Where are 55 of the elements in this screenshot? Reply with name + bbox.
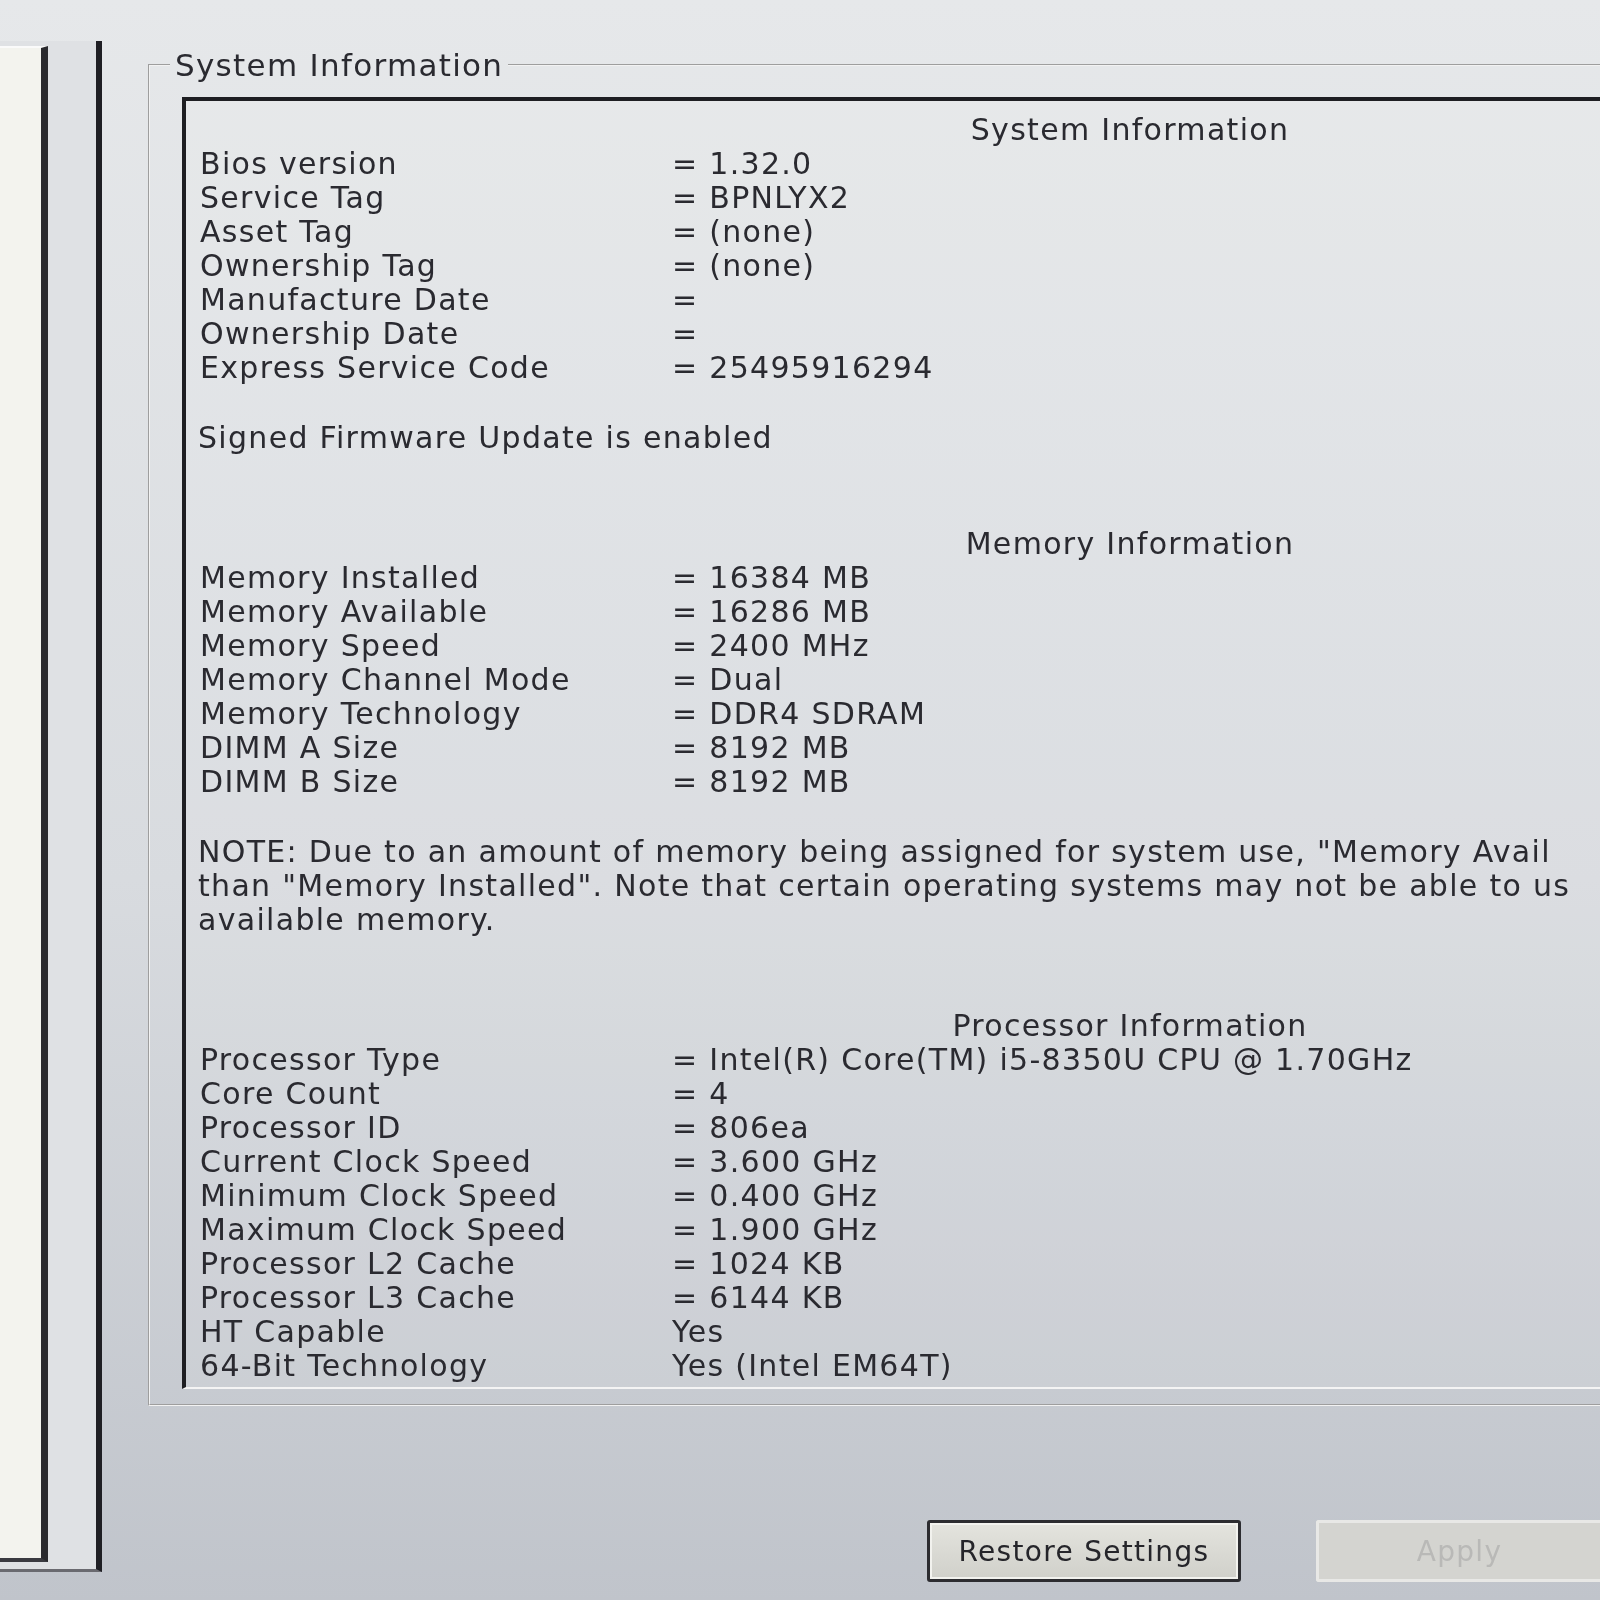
field-value: = DDR4 SDRAM (672, 697, 927, 731)
field-label: Asset Tag (200, 215, 355, 249)
field-value: Yes (Intel EM64T) (672, 1349, 953, 1383)
field-label: Processor ID (200, 1111, 402, 1145)
field-label: Maximum Clock Speed (200, 1213, 568, 1247)
section-heading: Processor Information (952, 1009, 1308, 1043)
field-value: = (none) (672, 249, 816, 283)
field-value: = 2400 MHz (672, 629, 870, 663)
field-label: Processor L2 Cache (200, 1247, 517, 1281)
field-value: = (672, 283, 699, 317)
field-value: = 8192 MB (672, 731, 851, 765)
field-label: Processor L3 Cache (200, 1281, 517, 1315)
field-value: = 3.600 GHz (672, 1145, 878, 1179)
field-value: = 806ea (672, 1111, 810, 1145)
field-label: Express Service Code (200, 351, 550, 385)
field-label: Ownership Date (200, 317, 460, 351)
field-value: Yes (672, 1315, 725, 1349)
field-label: Core Count (200, 1077, 382, 1111)
group-box-title: System Information (174, 48, 505, 82)
field-value: = 16384 MB (672, 561, 872, 595)
field-label: Memory Channel Mode (200, 663, 571, 697)
field-label: Current Clock Speed (200, 1145, 532, 1179)
field-label: 64-Bit Technology (200, 1349, 489, 1383)
field-value: = (672, 317, 699, 351)
section-heading: System Information (970, 113, 1290, 147)
field-value: = Intel(R) Core(TM) i5-8350U CPU @ 1.70GHz (672, 1043, 1413, 1077)
field-label: Memory Available (200, 595, 489, 629)
field-label: DIMM B Size (200, 765, 400, 799)
field-value: = 1.32.0 (672, 147, 813, 181)
field-value: = 6144 KB (672, 1281, 845, 1315)
field-label: Service Tag (200, 181, 386, 215)
section-heading: Memory Information (965, 527, 1295, 561)
field-value: = 25495916294 (672, 351, 934, 385)
field-label: Bios version (200, 147, 398, 181)
field-value: = 4 (672, 1077, 730, 1111)
field-label: Memory Technology (200, 697, 522, 731)
field-value: = 0.400 GHz (672, 1179, 878, 1213)
field-value: = 1024 KB (672, 1247, 845, 1281)
field-value: = BPNLYX2 (672, 181, 851, 215)
field-value: = 8192 MB (672, 765, 851, 799)
field-label: Processor Type (200, 1043, 442, 1077)
field-value: = (none) (672, 215, 816, 249)
field-label: Ownership Tag (200, 249, 438, 283)
info-note: Signed Firmware Update is enabled (197, 421, 773, 455)
field-value: = Dual (672, 663, 784, 697)
field-label: Memory Speed (200, 629, 442, 663)
field-label: DIMM A Size (200, 731, 400, 765)
field-value: = 1.900 GHz (672, 1213, 878, 1247)
restore-settings-button[interactable]: Restore Settings (927, 1520, 1241, 1582)
field-label: Manufacture Date (200, 283, 491, 317)
info-note: NOTE: Due to an amount of memory being assigned for system use, "Memory Avail than "Memory Installed". Note that certain operating systems may not be able to us available memory. (197, 835, 1571, 937)
field-label: Memory Installed (200, 561, 481, 595)
field-label: HT Capable (200, 1315, 386, 1349)
field-value: = 16286 MB (672, 595, 872, 629)
field-label: Minimum Clock Speed (200, 1179, 559, 1213)
